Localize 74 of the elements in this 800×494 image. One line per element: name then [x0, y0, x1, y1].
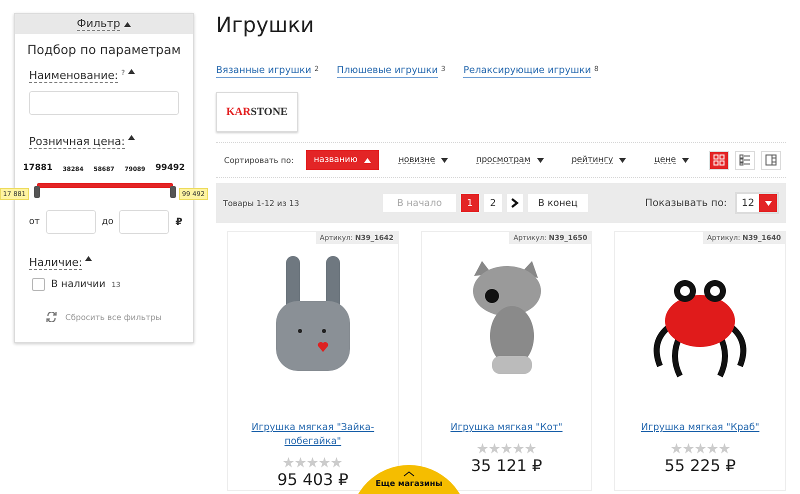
page-title: Игрушки	[216, 13, 316, 37]
per-page-select[interactable]: 12	[735, 192, 779, 214]
sort-option[interactable]: цене	[646, 150, 698, 170]
star-icon[interactable]	[283, 457, 294, 468]
view-toggle[interactable]	[735, 150, 756, 170]
currency-label: ₽	[175, 216, 182, 228]
sort-option[interactable]: новизне	[390, 150, 456, 170]
caret-icon	[764, 200, 772, 206]
price-tick-label: 17881	[23, 163, 53, 173]
chevron-right-icon	[510, 198, 519, 208]
columns-icon	[765, 154, 778, 166]
price-slider[interactable]	[34, 181, 176, 198]
star-icon[interactable]	[331, 457, 342, 468]
price-from-field[interactable]	[46, 210, 96, 234]
slider-handle[interactable]	[170, 186, 176, 198]
caret-icon	[441, 158, 448, 162]
chevron-up-icon	[403, 471, 415, 477]
next-page-button[interactable]	[506, 194, 523, 212]
name-input-field[interactable]	[29, 91, 179, 115]
star-icon[interactable]	[477, 443, 488, 454]
filter-label[interactable]: Наименование:	[29, 69, 118, 83]
star-icon[interactable]	[718, 443, 730, 454]
filter-label[interactable]: Розничная цена:	[29, 135, 125, 149]
caret-icon	[682, 158, 690, 162]
checkbox-label: В наличии	[51, 279, 106, 290]
star-icon[interactable]	[489, 443, 500, 454]
page-button[interactable]: 2	[484, 194, 502, 212]
price-to-field[interactable]	[119, 210, 170, 234]
caret-icon	[124, 22, 132, 26]
from-label: от	[29, 217, 40, 227]
star-icon[interactable]	[295, 457, 306, 468]
caret-icon	[364, 158, 370, 162]
filter-toggle[interactable]: Фильтр	[76, 17, 120, 31]
subcategory-link[interactable]: Плюшевые игрушки	[336, 65, 438, 78]
per-page-label: Показывать по:	[645, 198, 727, 208]
items-summary: Товары 1-12 из 13	[223, 198, 300, 208]
grid-icon	[713, 154, 726, 166]
star-icon[interactable]	[501, 443, 512, 454]
subcategory-link[interactable]: Вязанные игрушки	[216, 65, 312, 78]
sort-label: Сортировать по:	[224, 156, 294, 164]
sort-option[interactable]: рейтингу	[564, 150, 634, 170]
price-tick-label: 99492	[155, 163, 185, 173]
last-page-button[interactable]: В конец	[528, 194, 588, 212]
subcategory-link[interactable]: Релаксирующие игрушки	[463, 65, 592, 78]
caret-icon	[536, 158, 544, 162]
star-icon[interactable]	[513, 443, 524, 454]
in-stock-checkbox[interactable]	[32, 278, 45, 291]
product-name-link[interactable]: Игрушка мягкая "Кот"	[442, 421, 572, 435]
view-toggle[interactable]	[709, 150, 730, 170]
star-icon[interactable]	[307, 457, 318, 468]
slider-handle[interactable]	[34, 186, 40, 198]
product-price: 35 121 ₽	[470, 456, 542, 475]
view-toggle[interactable]	[761, 150, 782, 170]
product-name-link[interactable]: Игрушка мягкая "Краб"	[635, 421, 766, 435]
refresh-icon	[46, 312, 58, 322]
star-icon[interactable]	[670, 443, 682, 454]
product-name-link[interactable]: Игрушка мягкая "Зайка-побегайка"	[248, 421, 378, 449]
filter-label[interactable]: Наличие:	[29, 256, 82, 270]
product-price: 95 403 ₽	[277, 470, 348, 489]
star-icon[interactable]	[319, 457, 330, 468]
page-button[interactable]: 1	[460, 194, 479, 212]
star-icon[interactable]	[694, 443, 706, 454]
filter-header[interactable]: Фильтр	[15, 14, 193, 34]
sort-option[interactable]: названию	[306, 150, 378, 170]
to-label: до	[102, 217, 114, 227]
sort-option[interactable]: просмотрам	[468, 150, 552, 170]
product-price: 55 225 ₽	[664, 456, 736, 475]
star-icon[interactable]	[682, 443, 694, 454]
star-icon[interactable]	[525, 443, 536, 454]
list-icon	[739, 154, 752, 166]
filter-title: Подбор по параметрам	[26, 42, 182, 57]
star-icon[interactable]	[706, 443, 718, 454]
brand-logo[interactable]: KARSTONE	[216, 92, 298, 132]
caret-icon	[619, 158, 626, 162]
